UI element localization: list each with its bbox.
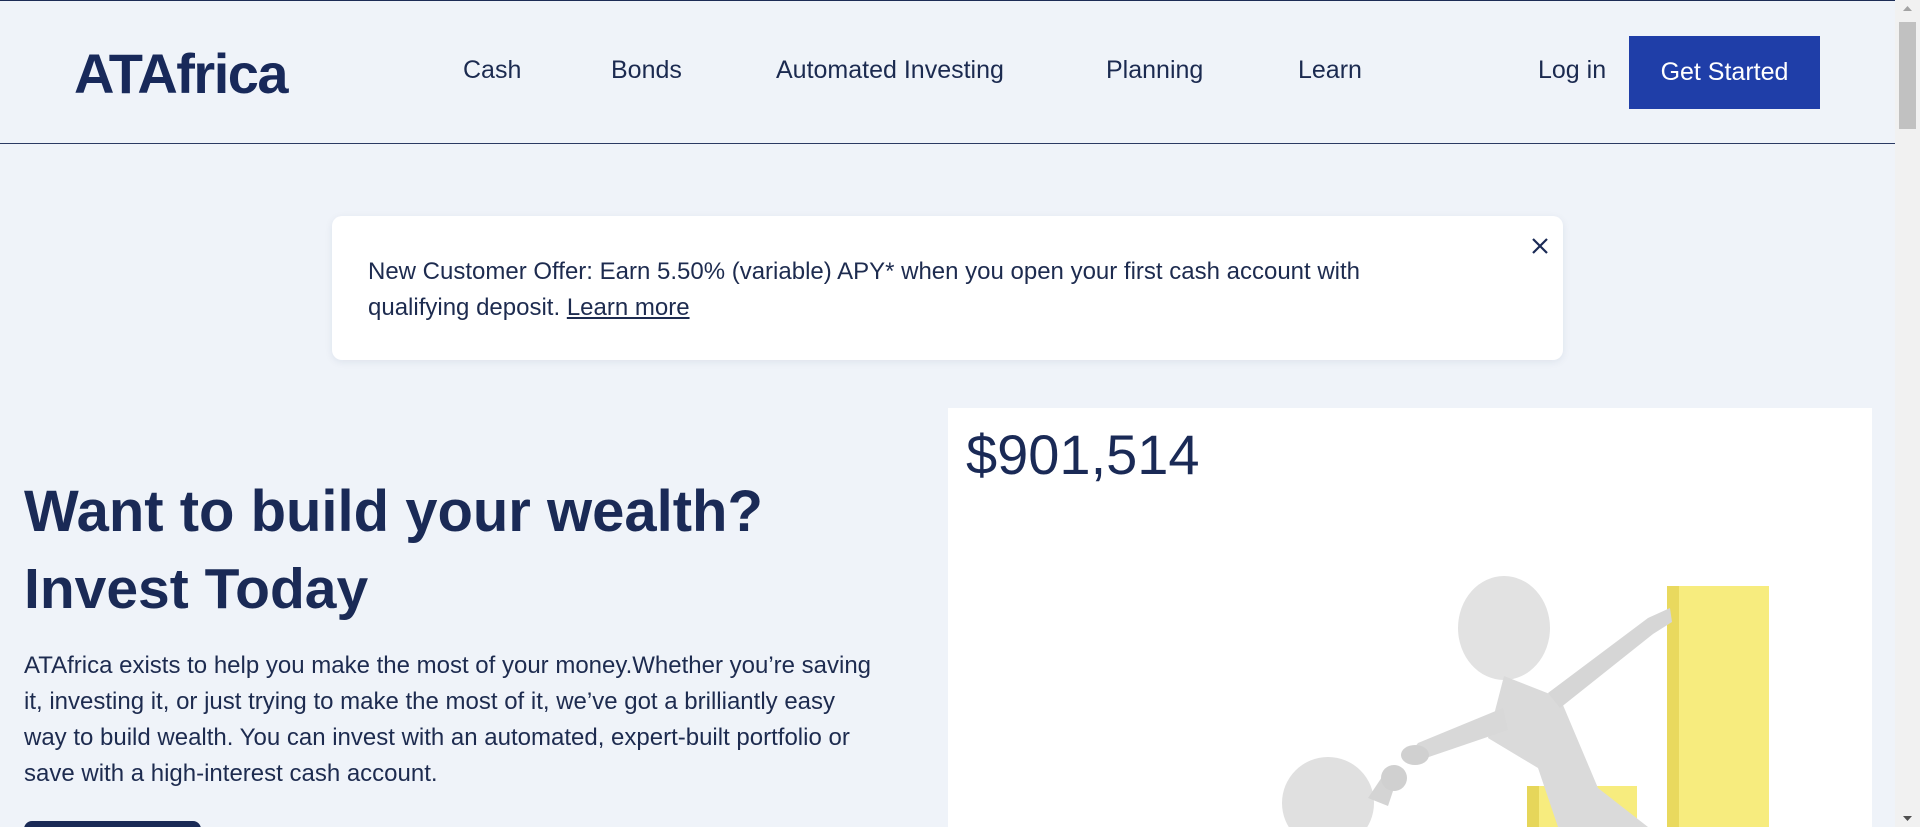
- page: ATAfrica Cash Bonds Automated Investing …: [0, 0, 1895, 827]
- learn-more-link[interactable]: Learn more: [567, 294, 690, 321]
- hero-subheading: Invest Today: [24, 557, 369, 621]
- get-started-button[interactable]: Get Started: [1629, 36, 1820, 109]
- hero-heading: Want to build your wealth?: [24, 479, 763, 544]
- hero-cta-button[interactable]: [24, 821, 201, 827]
- nav-item-planning[interactable]: Planning: [1106, 56, 1203, 85]
- get-started-label: Get Started: [1660, 58, 1789, 86]
- site-header: ATAfrica Cash Bonds Automated Investing …: [0, 1, 1895, 144]
- portfolio-card: $901,514: [948, 408, 1872, 827]
- portfolio-amount: $901,514: [966, 423, 1200, 486]
- login-link[interactable]: Log in: [1538, 56, 1606, 85]
- promo-message: New Customer Offer: Earn 5.50% (variable…: [368, 258, 1361, 321]
- promo-text: New Customer Offer: Earn 5.50% (variable…: [368, 254, 1468, 326]
- nav-item-cash[interactable]: Cash: [463, 56, 521, 85]
- scroll-down-icon[interactable]: [1895, 809, 1920, 827]
- scroll-up-icon[interactable]: [1895, 0, 1920, 18]
- hero-description: ATAfrica exists to help you make the mos…: [24, 652, 872, 787]
- brand-logo[interactable]: ATAfrica: [74, 41, 289, 106]
- scrollbar-thumb[interactable]: [1899, 22, 1916, 129]
- promo-banner: New Customer Offer: Earn 5.50% (variable…: [332, 216, 1563, 360]
- nav-item-bonds[interactable]: Bonds: [611, 56, 682, 85]
- close-icon[interactable]: [1526, 232, 1554, 260]
- nav-item-automated-investing[interactable]: Automated Investing: [776, 56, 1004, 85]
- vertical-scrollbar[interactable]: [1895, 0, 1920, 827]
- nav-item-learn[interactable]: Learn: [1298, 56, 1362, 85]
